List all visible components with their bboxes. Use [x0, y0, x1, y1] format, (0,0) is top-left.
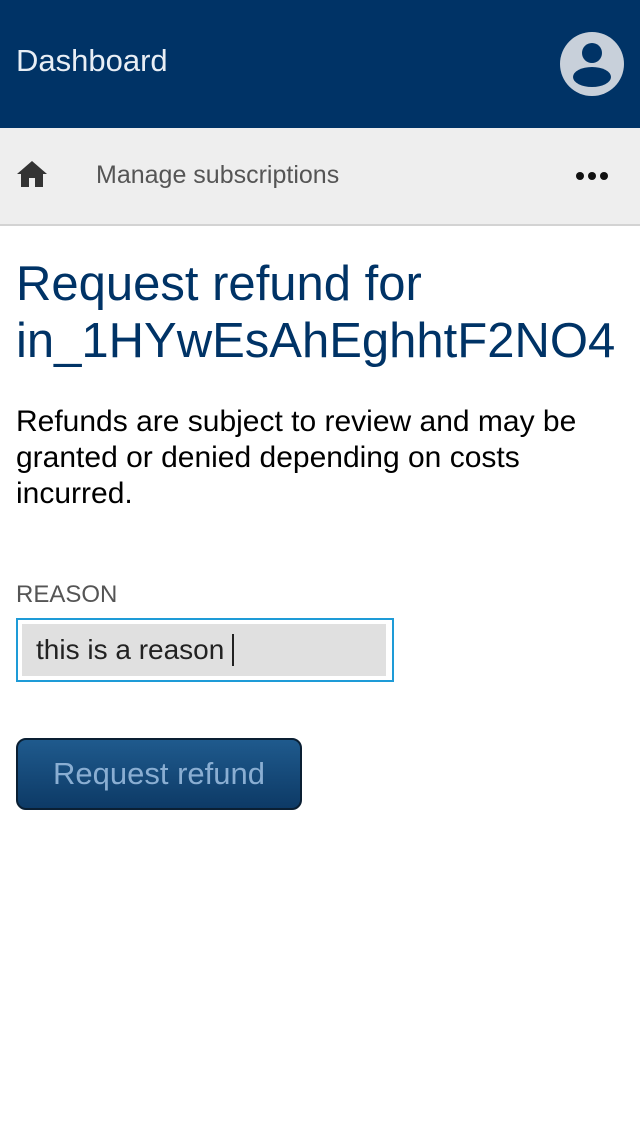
refund-description: Refunds are subject to review and may be… [16, 405, 577, 510]
app-title[interactable]: Dashboard [16, 40, 168, 82]
reason-label: REASON [16, 581, 118, 608]
page-title-line1: Request refund for [16, 257, 422, 311]
manage-subscriptions-link[interactable]: Manage subscriptions [96, 158, 339, 192]
page-title-invoice-id: in_1HYwEsAhEghhtF2NO4 [16, 314, 616, 368]
request-refund-button[interactable]: Request refund [16, 738, 302, 810]
more-horizontal-icon[interactable] [572, 164, 612, 188]
reason-field[interactable] [16, 618, 394, 682]
user-avatar-icon[interactable] [560, 32, 624, 96]
nav-bar: Manage subscriptions [0, 128, 640, 226]
app-header: Dashboard [0, 0, 640, 128]
reason-input[interactable] [22, 624, 386, 676]
page-title: Request refund for in_1HYwEsAhEghhtF2NO4 [16, 256, 640, 370]
text-caret [232, 634, 234, 666]
home-icon[interactable] [16, 158, 48, 190]
